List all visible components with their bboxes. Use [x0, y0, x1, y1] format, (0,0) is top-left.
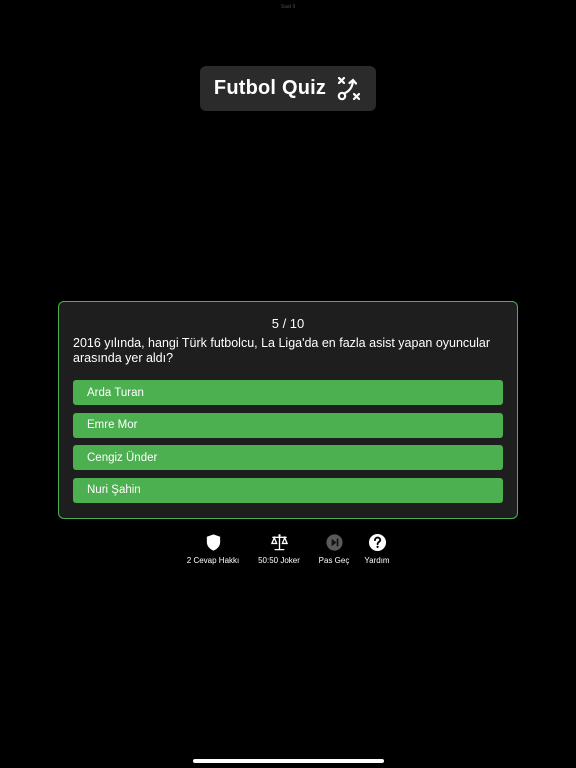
home-indicator[interactable] — [193, 759, 384, 763]
answer-list: Arda Turan Emre Mor Cengiz Ünder Nuri Şa… — [73, 380, 503, 510]
help-label: Yardım — [364, 556, 390, 565]
help-icon — [368, 533, 386, 552]
shield-icon — [206, 534, 220, 551]
scale-icon — [270, 534, 288, 551]
app-title-box: Futbol Quiz — [200, 66, 376, 111]
fifty-fifty-button[interactable]: 50:50 Joker — [252, 533, 306, 565]
pass-label: Pas Geç — [318, 556, 350, 565]
help-button[interactable]: Yardım — [361, 533, 393, 565]
answer-option-4[interactable]: Nuri Şahin — [73, 477, 503, 503]
two-answers-label: 2 Cevap Hakkı — [186, 556, 240, 565]
pass-button[interactable]: Pas Geç — [315, 533, 353, 565]
question-text: 2016 yılında, hangi Türk futbolcu, La Li… — [73, 336, 491, 365]
quiz-card: 5 / 10 2016 yılında, hangi Türk futbolcu… — [58, 301, 518, 519]
page-title: Futbol Quiz — [213, 77, 327, 99]
fifty-fifty-label: 50:50 Joker — [258, 556, 300, 565]
lifeline-toolbar: 2 Cevap Hakkı 50:50 Joker Pas Geç Yardım — [0, 533, 576, 573]
status-bar: Saat 9 — [280, 4, 296, 10]
skip-forward-icon — [325, 534, 343, 551]
question-progress: 5 / 10 — [271, 316, 305, 331]
answer-option-3[interactable]: Cengiz Ünder — [73, 445, 503, 470]
answer-option-2[interactable]: Emre Mor — [73, 412, 503, 438]
tactics-icon — [337, 76, 361, 100]
two-answers-button[interactable]: 2 Cevap Hakkı — [182, 533, 244, 565]
answer-option-1[interactable]: Arda Turan — [73, 380, 503, 405]
